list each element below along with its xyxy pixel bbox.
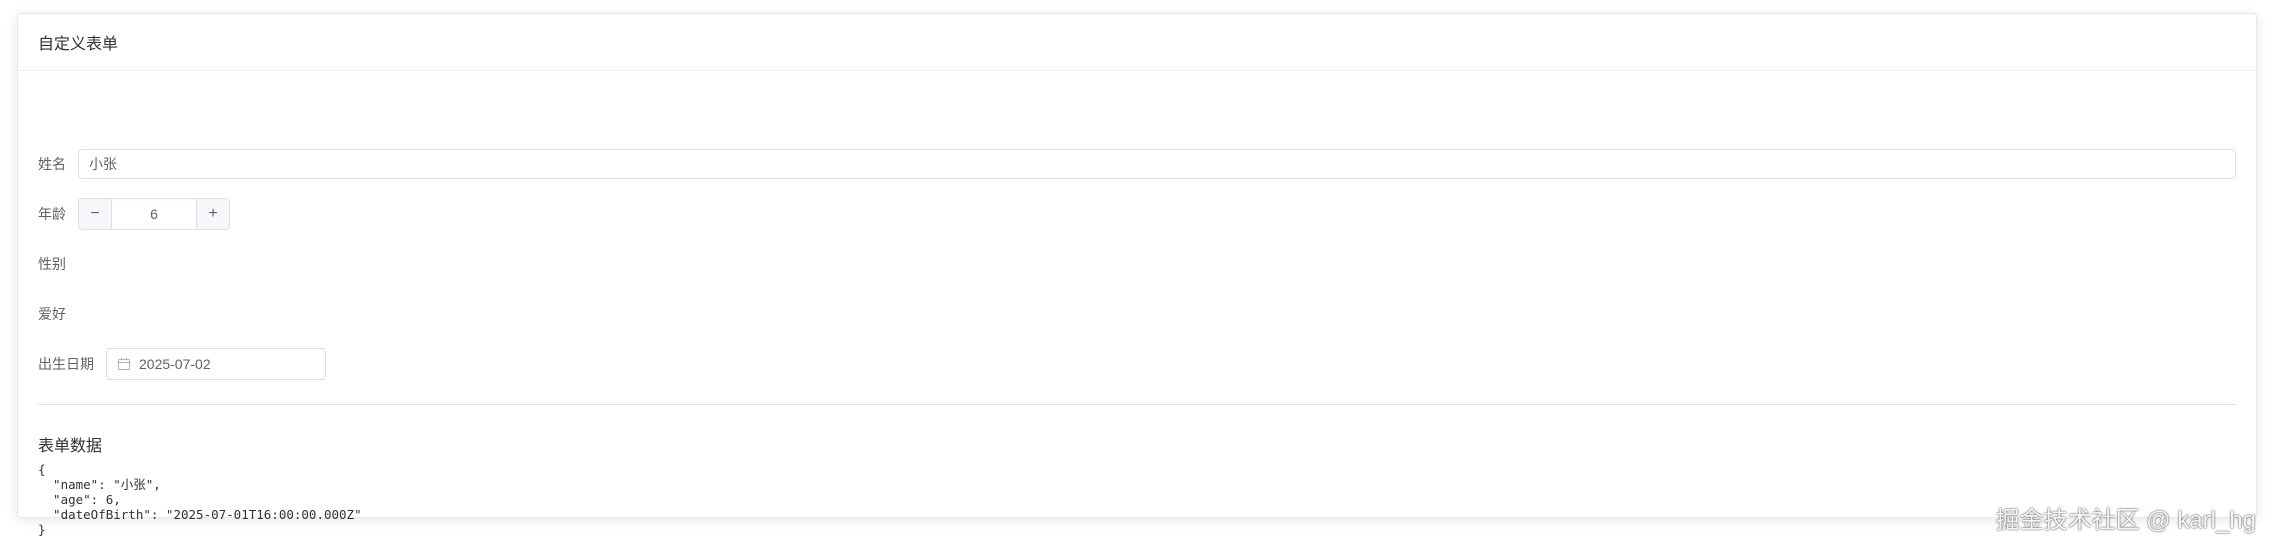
increment-button[interactable]: + [196, 199, 229, 229]
card-header: 自定义表单 [18, 14, 2256, 71]
birth-label: 出生日期 [38, 356, 94, 372]
name-label: 姓名 [38, 156, 66, 172]
name-row: 姓名 小张 [38, 148, 2236, 180]
birth-date-picker[interactable]: 2025-07-02 [106, 348, 326, 380]
form-data-json: { "name": "小张", "age": 6, "dateOfBirth":… [38, 462, 362, 537]
form-data-title: 表单数据 [38, 438, 103, 455]
section-divider [38, 404, 2236, 405]
age-input[interactable]: 6 [112, 199, 196, 229]
minus-icon: − [90, 205, 100, 222]
plus-icon: + [208, 205, 218, 222]
card-title: 自定义表单 [38, 36, 119, 53]
hobby-row: 爱好 [38, 298, 78, 330]
age-stepper[interactable]: − 6 + [78, 198, 230, 230]
birth-date-value: 2025-07-02 [139, 356, 211, 372]
age-row: 年龄 − 6 + [38, 198, 230, 230]
gender-row: 性别 [38, 248, 78, 280]
age-label: 年龄 [38, 206, 66, 222]
watermark: 掘金技术社区 @ karl_hg [1995, 507, 2256, 534]
calendar-icon [117, 357, 131, 371]
hobby-label: 爱好 [38, 306, 66, 322]
name-input[interactable]: 小张 [78, 149, 2236, 179]
custom-form-card: 自定义表单 姓名 小张 年龄 − 6 + 性别 爱好 出生日期 2025-07-… [17, 13, 2257, 537]
age-value: 6 [150, 206, 158, 222]
name-input-value: 小张 [89, 156, 117, 172]
gender-label: 性别 [38, 256, 66, 272]
decrement-button[interactable]: − [79, 199, 112, 229]
birth-row: 出生日期 2025-07-02 [38, 348, 326, 380]
